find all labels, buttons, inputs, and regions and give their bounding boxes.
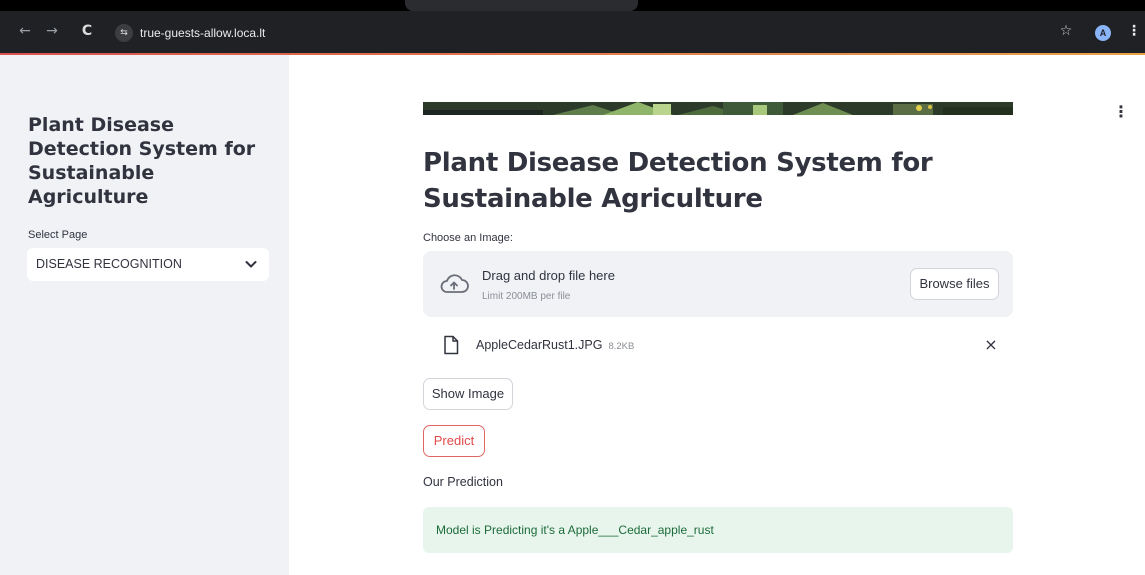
header-banner-image — [423, 102, 1013, 115]
file-icon — [444, 335, 459, 355]
uploaded-file: AppleCedarRust1.JPG 8.2KB × — [423, 329, 1013, 363]
dropzone-instructions: Drag and drop file here — [482, 268, 615, 283]
browse-files-button[interactable]: Browse files — [910, 268, 999, 300]
uploader-label: Choose an Image: — [423, 232, 513, 244]
app-menu-icon[interactable]: ⋮ — [1113, 103, 1129, 121]
browser-menu-icon[interactable]: ⋮ — [1127, 22, 1141, 40]
address-bar-url[interactable]: true-guests-allow.loca.lt — [140, 24, 265, 42]
site-info-icon[interactable]: ⇆ — [115, 24, 133, 42]
reload-icon[interactable]: C — [78, 22, 96, 40]
prediction-result-text: Model is Predicting it's a Apple___Cedar… — [436, 523, 714, 537]
select-page-label: Select Page — [28, 229, 88, 241]
prediction-success-alert: Model is Predicting it's a Apple___Cedar… — [423, 507, 1013, 553]
chevron-down-icon — [245, 261, 257, 268]
page-select[interactable]: DISEASE RECOGNITION — [27, 248, 269, 281]
back-arrow-icon[interactable]: ← — [16, 22, 34, 40]
predict-button[interactable]: Predict — [423, 425, 485, 457]
page-select-value: DISEASE RECOGNITION — [36, 257, 182, 271]
dropzone-limit: Limit 200MB per file — [482, 291, 571, 302]
file-dropzone[interactable]: Drag and drop file here Limit 200MB per … — [423, 251, 1013, 317]
file-size: 8.2KB — [608, 341, 635, 352]
bookmark-star-icon[interactable]: ☆ — [1057, 22, 1075, 40]
profile-avatar[interactable]: A — [1095, 25, 1111, 41]
page-title: Plant Disease Detection System for Susta… — [423, 148, 933, 214]
file-name: AppleCedarRust1.JPG — [476, 338, 603, 352]
sidebar-title: Plant Disease Detection System for Susta… — [28, 114, 256, 208]
remove-file-close-icon[interactable]: × — [983, 335, 999, 355]
show-image-button[interactable]: Show Image — [423, 378, 513, 410]
browser-chrome: ← → C ⇆ true-guests-allow.loca.lt ☆ A ⋮ — [0, 0, 1145, 55]
forward-arrow-icon[interactable]: → — [43, 22, 61, 40]
cloud-upload-icon — [440, 274, 469, 293]
active-tab[interactable] — [405, 0, 638, 11]
prediction-heading: Our Prediction — [423, 475, 503, 489]
